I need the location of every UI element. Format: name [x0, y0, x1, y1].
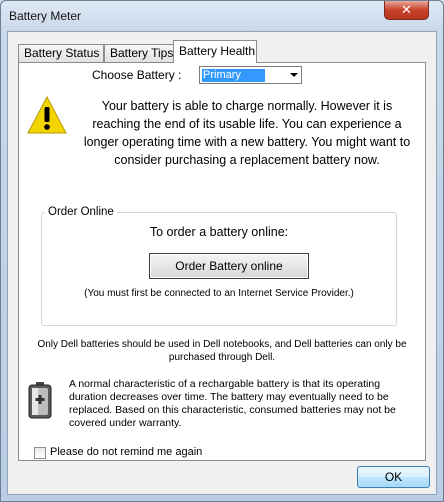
battery-icon — [28, 382, 52, 419]
dialog-client-area: Battery Status Battery Tips Battery Heal… — [7, 31, 437, 495]
order-title: To order a battery online: — [149, 225, 289, 239]
order-online-group-label: Order Online — [45, 206, 117, 218]
battery-warranty-note: A normal characteristic of a rechargable… — [69, 378, 396, 429]
choose-battery-label: Choose Battery : — [92, 68, 182, 82]
battery-meter-window: Battery Meter ✕ Battery Status Battery T… — [0, 0, 444, 502]
ok-button[interactable]: OK — [357, 466, 430, 488]
battery-select-value: Primary — [202, 69, 265, 82]
warning-icon — [27, 95, 67, 134]
dell-batteries-note: Only Dell batteries should be used in De… — [37, 339, 407, 363]
order-battery-online-button[interactable]: Order Battery online — [149, 253, 309, 279]
close-button[interactable]: ✕ — [384, 1, 429, 20]
tab-battery-tips[interactable]: Battery Tips — [104, 44, 175, 62]
battery-select[interactable]: Primary — [199, 66, 302, 84]
tab-battery-status[interactable]: Battery Status — [18, 44, 104, 62]
close-icon: ✕ — [401, 2, 412, 17]
do-not-remind-label[interactable]: Please do not remind me again — [50, 446, 202, 458]
chevron-down-icon — [290, 73, 298, 77]
window-title: Battery Meter — [9, 9, 82, 23]
order-note: (You must first be connected to an Inter… — [84, 288, 354, 299]
do-not-remind-checkbox[interactable] — [34, 447, 46, 459]
warning-message: Your battery is able to charge normally.… — [83, 99, 411, 167]
battery-health-panel: Choose Battery : Primary Your battery is… — [18, 62, 426, 461]
title-bar[interactable]: Battery Meter ✕ — [1, 1, 443, 31]
tab-battery-health[interactable]: Battery Health — [173, 40, 257, 63]
